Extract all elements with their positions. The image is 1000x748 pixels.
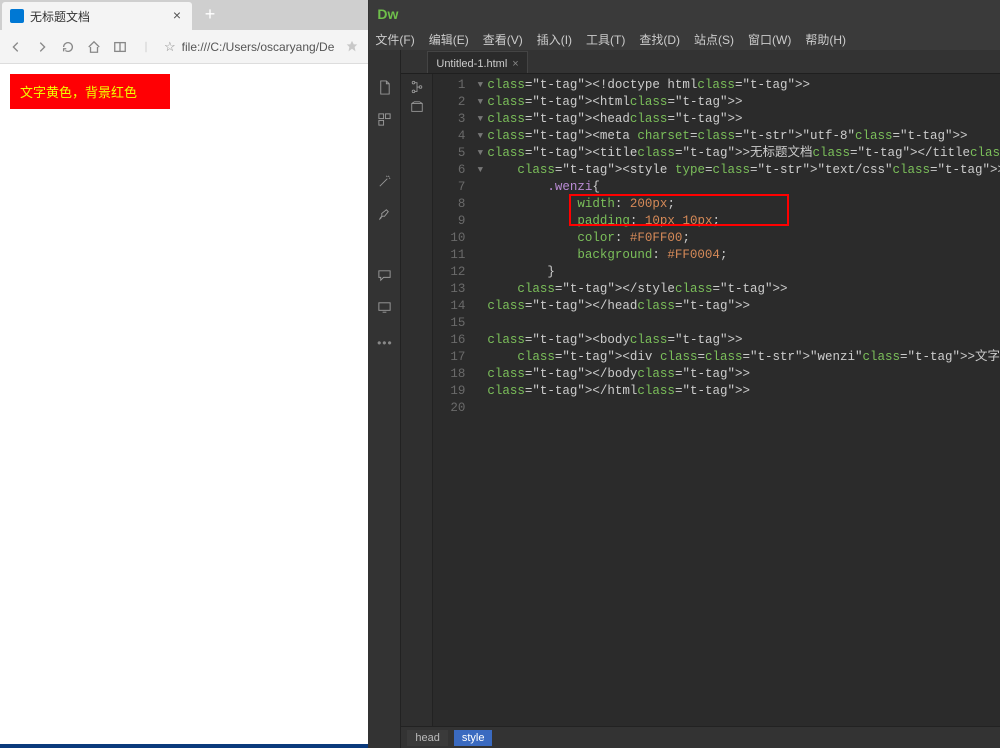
breadcrumb-head[interactable]: head <box>407 730 447 746</box>
favicon-icon <box>10 9 24 23</box>
brush-icon[interactable] <box>376 204 394 222</box>
browser-viewport: 文字黄色，背景红色 <box>0 64 368 744</box>
favorite-icon[interactable]: ☆ <box>164 39 176 55</box>
dw-statusbar: head style HTML ▾ INS 11:33 <box>401 726 1000 748</box>
filetab-close-icon[interactable]: × <box>512 58 518 70</box>
reading-view-icon[interactable] <box>112 39 128 55</box>
home-button-icon[interactable] <box>86 39 102 55</box>
file-tab[interactable]: Untitled-1.html × <box>427 51 527 73</box>
dw-body: ••• Untitled-1.html × 123456789101112131… <box>369 50 1000 748</box>
filetab-label: Untitled-1.html <box>436 58 507 70</box>
wand-icon[interactable] <box>376 172 394 190</box>
dw-editor-wrap: 1234567891011121314151617181920 ▼▼▼▼▼▼ c… <box>401 74 1000 726</box>
tab-title: 无标题文档 <box>30 8 170 25</box>
code-editor[interactable]: 1234567891011121314151617181920 ▼▼▼▼▼▼ c… <box>433 74 1000 726</box>
breadcrumb-style[interactable]: style <box>454 730 493 746</box>
menu-view[interactable]: 查看(V) <box>483 31 523 48</box>
menu-file[interactable]: 文件(F) <box>375 31 414 48</box>
dw-logo: Dw <box>377 6 398 22</box>
browser-tab[interactable]: 无标题文档 × <box>2 2 192 30</box>
menu-find[interactable]: 查找(D) <box>639 31 680 48</box>
separator-icon <box>138 39 154 55</box>
tab-close-icon[interactable]: × <box>170 9 184 23</box>
line-gutter: 1234567891011121314151617181920 <box>433 74 473 726</box>
forward-button-icon[interactable] <box>34 39 50 55</box>
dw-titlebar: Dw 开发人员 ▼ | <box>369 0 1000 28</box>
menu-window[interactable]: 窗口(W) <box>748 31 791 48</box>
dreamweaver-window: Dw 开发人员 ▼ | 文件(F) 编辑(E) 查看(V) 插入(I) 工具(T… <box>369 0 1000 748</box>
browser-window: 无标题文档 × + ☆ file:///C:/Users/oscaryang/D… <box>0 0 369 748</box>
hierarchy-icon[interactable] <box>408 78 426 96</box>
dw-tool-sidebar: ••• <box>369 50 401 748</box>
menu-insert[interactable]: 插入(I) <box>537 31 572 48</box>
rendered-wenzi-div: 文字黄色，背景红色 <box>10 74 170 109</box>
dw-mini-sidebar <box>401 74 433 726</box>
browser-tab-bar: 无标题文档 × + <box>0 0 368 30</box>
browser-toolbar: ☆ file:///C:/Users/oscaryang/De <box>0 30 368 64</box>
refresh-button-icon[interactable] <box>60 39 76 55</box>
code-area[interactable]: class="t-tag"><!doctype htmlclass="t-tag… <box>487 74 1000 726</box>
manage-icon[interactable] <box>376 110 394 128</box>
address-bar[interactable]: ☆ file:///C:/Users/oscaryang/De <box>164 39 334 55</box>
menu-edit[interactable]: 编辑(E) <box>429 31 469 48</box>
dw-menubar: 文件(F) 编辑(E) 查看(V) 插入(I) 工具(T) 查找(D) 站点(S… <box>369 28 1000 50</box>
comment-icon[interactable] <box>376 266 394 284</box>
browser-footer <box>0 744 368 748</box>
screen-icon[interactable] <box>376 298 394 316</box>
url-text: file:///C:/Users/oscaryang/De <box>182 40 335 54</box>
file-icon[interactable] <box>376 78 394 96</box>
menu-help[interactable]: 帮助(H) <box>805 31 846 48</box>
more-icon[interactable]: ••• <box>376 336 394 350</box>
assets-icon[interactable] <box>408 98 426 116</box>
addon-icon[interactable] <box>344 39 360 55</box>
dw-file-tabs: Untitled-1.html × <box>401 50 1000 74</box>
fold-column: ▼▼▼▼▼▼ <box>473 74 487 726</box>
menu-site[interactable]: 站点(S) <box>694 31 734 48</box>
dw-main: Untitled-1.html × 1234567891011121314151… <box>401 50 1000 748</box>
back-button-icon[interactable] <box>8 39 24 55</box>
menu-tools[interactable]: 工具(T) <box>586 31 625 48</box>
new-tab-button[interactable]: + <box>198 3 222 27</box>
